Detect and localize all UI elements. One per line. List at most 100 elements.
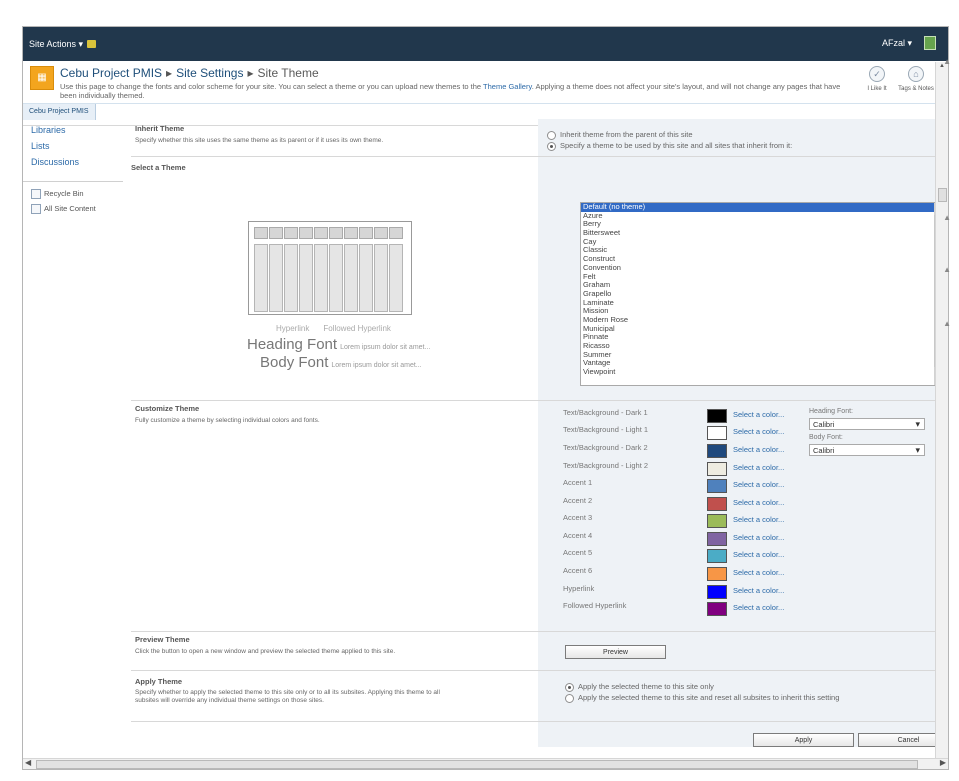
theme-option[interactable]: Azure <box>581 211 943 221</box>
navigate-up-icon[interactable] <box>87 40 96 48</box>
breadcrumb-separator-icon: ▸ <box>166 66 173 80</box>
inherit-parent-radio[interactable] <box>547 130 556 140</box>
theme-option[interactable]: Municipal <box>581 324 943 334</box>
select-color-link[interactable]: Select a color... <box>733 586 784 595</box>
sidebar-item-libraries[interactable]: Libraries <box>31 125 66 135</box>
body-font-sample: Body Font <box>260 354 329 371</box>
user-menu[interactable]: AFzal ▾ <box>882 38 912 49</box>
preview-color-column <box>284 244 298 312</box>
color-label: Text/Background - Light 1 <box>563 425 649 434</box>
color-label: Followed Hyperlink <box>563 601 627 610</box>
thumb-icon: ✓ <box>869 66 885 82</box>
theme-option[interactable]: Ricasso <box>581 341 943 351</box>
color-swatch[interactable] <box>707 585 727 599</box>
body-font-select[interactable]: Calibri <box>809 444 925 456</box>
specify-theme-radio[interactable] <box>547 141 556 151</box>
site-content-icon <box>31 204 41 215</box>
select-color-link[interactable]: Select a color... <box>733 445 784 454</box>
theme-option[interactable]: Felt <box>581 272 943 282</box>
site-actions-menu[interactable]: Site Actions ▾ <box>29 39 83 50</box>
inherit-parent-label: Inherit theme from the parent of this si… <box>560 130 693 139</box>
theme-option[interactable]: Viewpoint <box>581 367 943 377</box>
color-swatch[interactable] <box>707 409 727 423</box>
select-color-link[interactable]: Select a color... <box>733 568 784 577</box>
theme-option[interactable]: Graham <box>581 280 943 290</box>
preview-header-block <box>314 227 328 239</box>
color-swatch[interactable] <box>707 444 727 458</box>
theme-option[interactable]: Construct <box>581 254 943 264</box>
select-color-link[interactable]: Select a color... <box>733 427 784 436</box>
apply-subsites-option[interactable]: Apply the selected theme to this site an… <box>565 693 839 703</box>
breadcrumb-site[interactable]: Cebu Project PMIS <box>60 66 162 80</box>
theme-option[interactable]: Bittersweet <box>581 228 943 238</box>
theme-option[interactable]: Mission <box>581 307 943 316</box>
color-swatch[interactable] <box>707 426 727 440</box>
tab-home[interactable]: Cebu Project PMIS <box>23 104 96 120</box>
select-color-link[interactable]: Select a color... <box>733 480 784 489</box>
apply-site-only-option[interactable]: Apply the selected theme to this site on… <box>565 682 714 692</box>
preview-color-column <box>299 244 313 312</box>
select-color-link[interactable]: Select a color... <box>733 533 784 542</box>
color-swatch[interactable] <box>707 479 727 493</box>
apply-site-only-radio[interactable] <box>565 682 574 692</box>
select-color-link[interactable]: Select a color... <box>733 550 784 559</box>
user-icon[interactable] <box>924 36 936 50</box>
select-color-link[interactable]: Select a color... <box>733 515 784 524</box>
color-swatch[interactable] <box>707 514 727 528</box>
select-color-link[interactable]: Select a color... <box>733 463 784 472</box>
specify-theme-option[interactable]: Specify a theme to be used by this site … <box>547 141 792 151</box>
preview-header-block <box>299 227 313 239</box>
preview-title: Preview Theme <box>135 635 190 644</box>
breadcrumb-settings[interactable]: Site Settings <box>176 66 243 80</box>
scroll-left-icon[interactable]: ◀ <box>25 758 31 767</box>
theme-option[interactable]: Modern Rose <box>581 315 943 325</box>
tags-notes-button[interactable]: ⌂ Tags & Notes <box>898 66 934 92</box>
color-swatch[interactable] <box>707 497 727 511</box>
preview-header-block <box>269 227 283 239</box>
inherit-parent-option[interactable]: Inherit theme from the parent of this si… <box>547 130 693 140</box>
preview-color-column <box>359 244 373 312</box>
apply-button[interactable]: Apply <box>753 733 854 747</box>
select-color-link[interactable]: Select a color... <box>733 410 784 419</box>
theme-option[interactable]: Classic <box>581 246 943 255</box>
color-swatch[interactable] <box>707 462 727 476</box>
apply-subsites-radio[interactable] <box>565 693 574 703</box>
heading-font-select[interactable]: Calibri <box>809 418 925 430</box>
preview-button[interactable]: Preview <box>565 645 666 659</box>
color-swatch[interactable] <box>707 567 727 581</box>
like-button[interactable]: ✓ I Like It <box>861 66 893 92</box>
theme-option[interactable]: Grapello <box>581 289 943 299</box>
theme-option[interactable]: Default (no theme) <box>581 203 943 212</box>
theme-listbox[interactable]: Default (no theme) Azure Berry Bitterswe… <box>580 202 944 386</box>
theme-option[interactable]: Vantage <box>581 359 943 368</box>
preview-header-block <box>329 227 343 239</box>
sidebar-item-lists[interactable]: Lists <box>31 141 50 151</box>
theme-gallery-link[interactable]: Theme Gallery <box>483 82 532 91</box>
browser-frame: Site Actions ▾ AFzal ▾ ▦ Cebu Project PM… <box>22 26 949 770</box>
color-row-light2: Text/Background - Light 2 Select a color.… <box>563 461 853 476</box>
select-color-link[interactable]: Select a color... <box>733 603 784 612</box>
color-label: Accent 5 <box>563 548 593 557</box>
theme-option[interactable]: Cay <box>581 237 943 247</box>
color-row-accent3: Accent 3 Select a color... <box>563 513 853 528</box>
horizontal-scroll-thumb[interactable] <box>36 760 918 769</box>
scroll-right-icon[interactable]: ▶ <box>940 758 946 767</box>
theme-option[interactable]: Laminate <box>581 298 943 308</box>
page-vertical-scrollbar[interactable]: ▲ ▼ <box>935 62 948 767</box>
color-row-accent2: Accent 2 Select a color... <box>563 496 853 511</box>
color-swatch[interactable] <box>707 602 727 616</box>
select-color-link[interactable]: Select a color... <box>733 498 784 507</box>
sidebar-item-discussions[interactable]: Discussions <box>31 157 79 167</box>
color-swatch[interactable] <box>707 532 727 546</box>
outer-scroll-caret-icon: ▲ <box>943 319 951 328</box>
theme-option[interactable]: Berry <box>581 220 943 229</box>
page-horizontal-scrollbar[interactable]: ◀ ▶ <box>23 758 948 769</box>
page-scroll-thumb[interactable] <box>938 188 947 202</box>
color-swatch[interactable] <box>707 549 727 563</box>
theme-option[interactable]: Pinnate <box>581 333 943 342</box>
theme-option[interactable]: Summer <box>581 350 943 360</box>
inherit-description: Specify whether this site uses the same … <box>135 137 384 144</box>
sidebar-item-all-site-content[interactable]: All Site Content <box>31 204 96 215</box>
theme-option[interactable]: Convention <box>581 263 943 273</box>
sidebar-item-recycle-bin[interactable]: Recycle Bin <box>31 189 84 200</box>
